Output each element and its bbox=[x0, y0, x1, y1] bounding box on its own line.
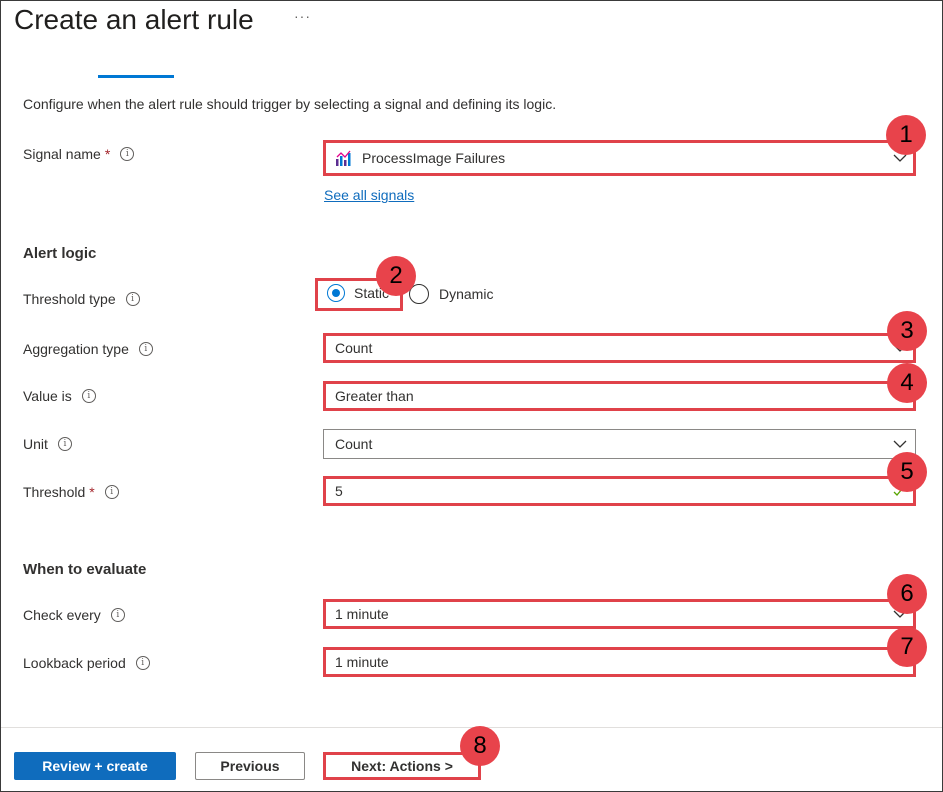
unit-value: Count bbox=[335, 436, 373, 452]
info-icon[interactable]: i bbox=[125, 292, 140, 306]
check-every-label-text: Check every bbox=[23, 607, 101, 623]
previous-button[interactable]: Previous bbox=[195, 752, 305, 780]
signal-name-label: Signal name * i bbox=[23, 146, 135, 162]
lookback-period-dropdown[interactable]: 1 minute bbox=[323, 647, 916, 677]
threshold-input[interactable]: 5 bbox=[323, 476, 916, 506]
required-marker: * bbox=[89, 484, 95, 500]
aggregation-type-label: Aggregation type i bbox=[23, 341, 153, 357]
aggregation-type-label-text: Aggregation type bbox=[23, 341, 129, 357]
info-icon[interactable]: i bbox=[110, 608, 125, 622]
info-icon[interactable]: i bbox=[57, 437, 72, 451]
lookback-period-label: Lookback period i bbox=[23, 655, 150, 671]
required-marker: * bbox=[104, 146, 111, 162]
value-is-value: Greater than bbox=[335, 388, 414, 404]
signal-name-label-text: Signal name bbox=[23, 146, 101, 162]
info-icon[interactable]: i bbox=[138, 342, 153, 356]
threshold-type-label: Threshold type i bbox=[23, 291, 140, 307]
threshold-value: 5 bbox=[335, 483, 343, 499]
threshold-type-label-text: Threshold type bbox=[23, 291, 116, 307]
callout-badge: 1 bbox=[886, 115, 926, 155]
callout-badge: 7 bbox=[887, 627, 927, 667]
more-options-icon[interactable]: ··· bbox=[294, 8, 311, 24]
page-title: Create an alert rule bbox=[14, 4, 254, 35]
review-create-button[interactable]: Review + create bbox=[14, 752, 176, 780]
radio-dynamic-label: Dynamic bbox=[439, 286, 494, 302]
aggregation-type-value: Count bbox=[335, 340, 373, 356]
lookback-period-value: 1 minute bbox=[335, 654, 389, 670]
page-description: Configure when the alert rule should tri… bbox=[23, 96, 557, 112]
callout-badge: 3 bbox=[887, 311, 927, 351]
check-every-dropdown[interactable]: 1 minute bbox=[323, 599, 916, 629]
signal-name-dropdown[interactable]: ProcessImage Failures bbox=[323, 140, 916, 176]
active-tab-indicator bbox=[98, 75, 174, 78]
metric-chart-icon bbox=[336, 150, 351, 166]
unit-label: Unit i bbox=[23, 436, 72, 452]
radio-dynamic[interactable]: Dynamic bbox=[409, 284, 493, 304]
info-icon[interactable]: i bbox=[135, 656, 150, 670]
when-to-evaluate-heading: When to evaluate bbox=[23, 561, 147, 578]
aggregation-type-dropdown[interactable]: Count bbox=[323, 333, 916, 363]
lookback-period-label-text: Lookback period bbox=[23, 655, 126, 671]
threshold-label: Threshold * i bbox=[23, 484, 119, 500]
radio-selected-icon bbox=[327, 284, 345, 302]
chevron-down-icon bbox=[893, 440, 907, 448]
check-every-value: 1 minute bbox=[335, 606, 389, 622]
unit-dropdown[interactable]: Count bbox=[323, 429, 916, 459]
unit-label-text: Unit bbox=[23, 436, 48, 452]
callout-badge: 5 bbox=[887, 452, 927, 492]
check-every-label: Check every i bbox=[23, 607, 125, 623]
see-all-signals-link[interactable]: See all signals bbox=[324, 187, 414, 203]
callout-badge: 4 bbox=[887, 363, 927, 403]
callout-badge: 6 bbox=[887, 574, 927, 614]
value-is-dropdown[interactable]: Greater than bbox=[323, 381, 916, 411]
next-actions-button[interactable]: Next: Actions > bbox=[323, 752, 481, 780]
callout-badge: 2 bbox=[376, 256, 416, 296]
threshold-label-text: Threshold bbox=[23, 484, 86, 500]
signal-name-value: ProcessImage Failures bbox=[362, 150, 506, 166]
info-icon[interactable]: i bbox=[120, 147, 135, 161]
callout-badge: 8 bbox=[460, 726, 500, 766]
info-icon[interactable]: i bbox=[104, 485, 119, 499]
alert-logic-heading: Alert logic bbox=[23, 245, 97, 262]
value-is-label: Value is i bbox=[23, 388, 96, 404]
info-icon[interactable]: i bbox=[81, 389, 96, 403]
value-is-label-text: Value is bbox=[23, 388, 72, 404]
